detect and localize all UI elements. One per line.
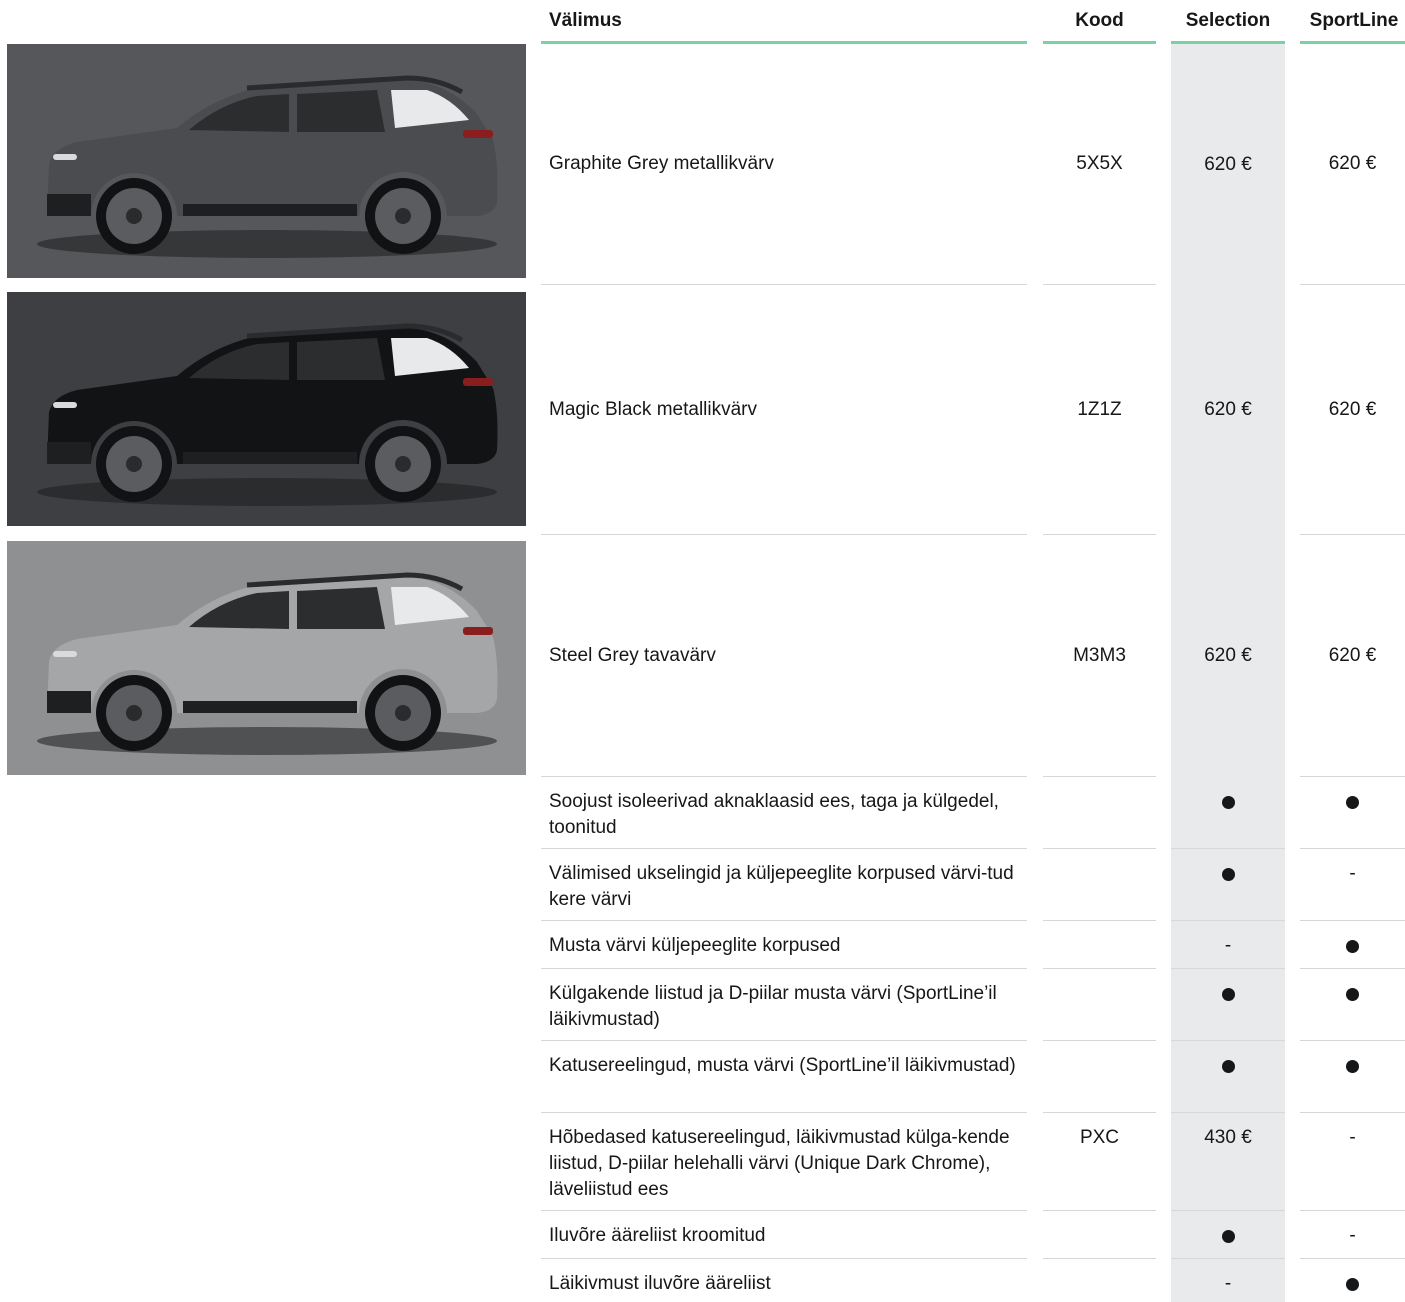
sportline-value: -	[1300, 1211, 1405, 1259]
feature-code: PXC	[1043, 1113, 1156, 1211]
table-row: Läikivmust iluvõre ääreliist -	[0, 1259, 1405, 1302]
table-row: Musta värvi küljepeeglite korpused -	[0, 921, 1405, 969]
sportline-price: 620 €	[1300, 44, 1405, 285]
sportline-value: -	[1300, 849, 1405, 921]
selection-value: 430 €	[1171, 1113, 1285, 1211]
header-code: Kood	[1043, 0, 1156, 44]
standard-dot-icon	[1221, 988, 1235, 1001]
standard-dot-icon	[1346, 1060, 1359, 1073]
standard-dot-icon	[1346, 1278, 1359, 1291]
color-code: 5X5X	[1043, 44, 1156, 285]
selection-value	[1171, 1211, 1285, 1259]
feature-code	[1043, 969, 1156, 1041]
feature-name: Külgakende liistud ja D-piilar musta vär…	[541, 969, 1027, 1041]
selection-price: 620 €	[1204, 645, 1252, 666]
feature-name: Katusereelingud, musta värvi (SportLine’…	[541, 1041, 1027, 1113]
table-row: Hõbedased katusereelingud, läikivmustad …	[0, 1113, 1405, 1211]
table-row: Välimised ukselingid ja küljepeeglite ko…	[0, 849, 1405, 921]
color-name: Graphite Grey metallikvärv	[541, 44, 1027, 285]
standard-dot-icon	[1346, 988, 1359, 1001]
color-name: Magic Black metallikvärv	[541, 285, 1027, 535]
sportline-value	[1300, 777, 1405, 849]
standard-dot-icon	[1346, 940, 1359, 953]
sportline-value	[1300, 1041, 1405, 1113]
color-code: 1Z1Z	[1043, 285, 1156, 535]
sportline-value: -	[1300, 1113, 1405, 1211]
table-row: Iluvõre ääreliist kroomitud -	[0, 1211, 1405, 1259]
selection-value	[1171, 777, 1285, 849]
feature-code	[1043, 1041, 1156, 1113]
table-row: Magic Black metallikvärv 1Z1Z 620 € 620 …	[0, 285, 1405, 535]
selection-value	[1171, 969, 1285, 1041]
selection-price: 620 €	[1204, 399, 1252, 420]
standard-dot-icon	[1221, 1230, 1235, 1243]
standard-dot-icon	[1221, 796, 1235, 809]
feature-code	[1043, 921, 1156, 969]
color-code: M3M3	[1043, 535, 1156, 777]
feature-name: Soojust isoleerivad aknaklaasid ees, tag…	[541, 777, 1027, 849]
selection-value: -	[1224, 1273, 1232, 1294]
header-name: Välimus	[541, 0, 1027, 44]
selection-price: 620 €	[1204, 153, 1252, 175]
sportline-value	[1300, 921, 1405, 969]
sportline-value	[1300, 969, 1405, 1041]
feature-code	[1043, 849, 1156, 921]
feature-code	[1043, 1259, 1156, 1302]
feature-name: Iluvõre ääreliist kroomitud	[541, 1211, 1027, 1259]
feature-name: Hõbedased katusereelingud, läikivmustad …	[541, 1113, 1027, 1211]
color-name: Steel Grey tavavärv	[541, 535, 1027, 777]
standard-dot-icon	[1221, 868, 1235, 881]
standard-dot-icon	[1346, 796, 1359, 809]
table-row: Külgakende liistud ja D-piilar musta vär…	[0, 969, 1405, 1041]
header-sportline: SportLine	[1300, 0, 1405, 44]
table-row: Katusereelingud, musta värvi (SportLine’…	[0, 1041, 1405, 1113]
feature-code	[1043, 777, 1156, 849]
feature-name: Välimised ukselingid ja küljepeeglite ko…	[541, 849, 1027, 921]
table-row: Steel Grey tavavärv M3M3 620 € 620 €	[0, 535, 1405, 777]
selection-value: -	[1171, 921, 1285, 969]
sportline-value	[1300, 1259, 1405, 1302]
table-row: Graphite Grey metallikvärv 5X5X 620 € 62…	[0, 44, 1405, 285]
feature-code	[1043, 1211, 1156, 1259]
table-row: Soojust isoleerivad aknaklaasid ees, tag…	[0, 777, 1405, 849]
feature-name: Läikivmust iluvõre ääreliist	[549, 1273, 771, 1294]
feature-name: Musta värvi küljepeeglite korpused	[541, 921, 1027, 969]
selection-value	[1171, 849, 1285, 921]
selection-value	[1171, 1041, 1285, 1113]
header-selection: Selection	[1171, 0, 1285, 44]
standard-dot-icon	[1221, 1060, 1235, 1073]
sportline-price: 620 €	[1300, 535, 1405, 777]
sportline-price: 620 €	[1300, 285, 1405, 535]
